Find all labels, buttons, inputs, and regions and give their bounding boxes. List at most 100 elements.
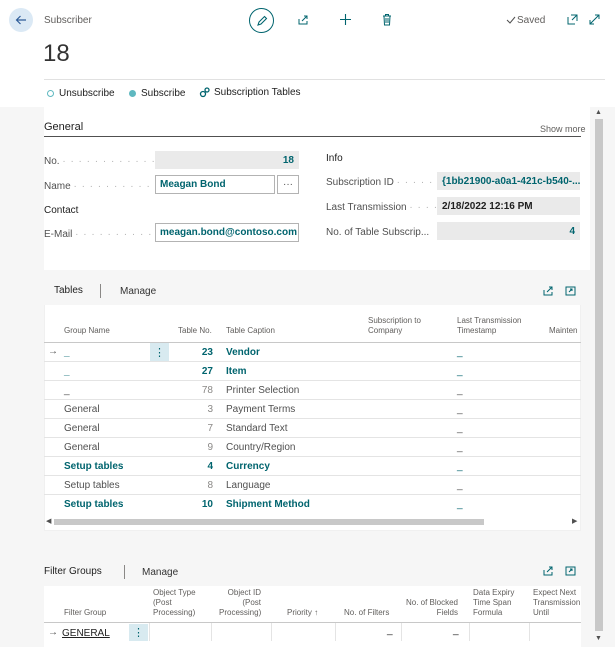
table-caption-cell[interactable]: Printer Selection: [226, 385, 299, 396]
timestamp-cell[interactable]: _: [457, 366, 463, 377]
share-icon[interactable]: [543, 566, 554, 576]
expand-part-icon[interactable]: [565, 566, 576, 576]
page-vscroll[interactable]: ▲ ▼: [593, 107, 605, 647]
share-icon[interactable]: [543, 286, 554, 296]
tables-tab[interactable]: Tables: [54, 285, 83, 296]
timestamp-cell[interactable]: _: [457, 480, 463, 491]
table-row[interactable]: Setup tables 4 Currency _: [44, 457, 581, 476]
filter-groups-manage-button[interactable]: Manage: [142, 567, 178, 578]
timestamp-cell[interactable]: _: [457, 385, 463, 396]
table-caption-cell[interactable]: Shipment Method: [226, 499, 310, 510]
col-blocked-fields[interactable]: No. of Blocked Fields: [402, 598, 458, 618]
scroll-right-arrow[interactable]: ▶: [572, 517, 577, 525]
col-expiry[interactable]: Data Expiry Time Span Formula: [473, 588, 514, 618]
expand-icon[interactable]: [589, 14, 600, 25]
scroll-left-arrow[interactable]: ◀: [46, 517, 51, 525]
table-caption-cell[interactable]: Currency: [226, 461, 270, 472]
group-name-cell[interactable]: _: [64, 347, 70, 358]
timestamp-cell[interactable]: _: [457, 347, 463, 358]
table-no-cell[interactable]: 78: [178, 385, 213, 396]
table-row[interactable]: General 9 Country/Region _: [44, 438, 581, 457]
table-no-cell[interactable]: 7: [178, 423, 213, 434]
group-name-cell[interactable]: _: [64, 385, 70, 396]
filter-groups-tab[interactable]: Filter Groups: [44, 566, 102, 577]
col-priority[interactable]: Priority ↑: [287, 608, 318, 618]
table-subscriptions-label: No. of Table Subscrip...: [326, 227, 430, 238]
subscription-tables-action[interactable]: Subscription Tables: [199, 87, 301, 98]
table-row[interactable]: _ 27 Item _: [44, 362, 581, 381]
table-row[interactable]: _ 23 Vendor _: [44, 343, 581, 362]
last-transmission-value[interactable]: 2/18/2022 12:16 PM: [437, 197, 580, 215]
table-caption-cell[interactable]: Language: [226, 480, 271, 491]
back-button[interactable]: [9, 8, 33, 32]
table-caption-cell[interactable]: Payment Terms: [226, 404, 295, 415]
group-name-cell[interactable]: General: [64, 442, 100, 453]
group-name-cell[interactable]: Setup tables: [64, 480, 120, 491]
page-vscroll-thumb[interactable]: [595, 119, 603, 631]
col-object-type[interactable]: Object Type (Post Processing): [153, 588, 196, 618]
filter-group-cell[interactable]: GENERAL: [62, 628, 110, 639]
col-group-name[interactable]: Group Name: [64, 326, 110, 336]
tables-hscroll-thumb[interactable]: [54, 519, 484, 525]
col-table-no[interactable]: Table No.: [178, 326, 212, 336]
no-field-value[interactable]: 18: [155, 151, 299, 169]
table-no-cell[interactable]: 4: [178, 461, 213, 472]
edit-button[interactable]: [249, 8, 274, 33]
email-field[interactable]: meagan.bond@contoso.com: [155, 223, 299, 242]
col-last-transmission[interactable]: Last Transmission Timestamp: [457, 316, 521, 336]
table-no-cell[interactable]: 8: [178, 480, 213, 491]
tables-manage-button[interactable]: Manage: [120, 286, 156, 297]
group-name-cell[interactable]: Setup tables: [64, 461, 123, 472]
timestamp-cell[interactable]: _: [457, 423, 463, 434]
blocked-fields-cell[interactable]: _: [453, 625, 459, 636]
general-section-title[interactable]: General: [44, 121, 83, 133]
timestamp-cell[interactable]: _: [457, 404, 463, 415]
open-new-window-icon[interactable]: [567, 14, 578, 25]
timestamp-cell[interactable]: _: [457, 499, 463, 510]
table-caption-cell[interactable]: Standard Text: [226, 423, 288, 434]
table-no-cell[interactable]: 23: [178, 347, 213, 358]
table-row[interactable]: Setup tables 10 Shipment Method _: [44, 495, 581, 513]
subscribe-action[interactable]: Subscribe: [129, 88, 185, 99]
table-no-cell[interactable]: 9: [178, 442, 213, 453]
table-row[interactable]: Setup tables 8 Language _: [44, 476, 581, 495]
table-subscriptions-value[interactable]: 4: [437, 222, 580, 240]
table-caption-cell[interactable]: Country/Region: [226, 442, 295, 453]
no-filters-cell[interactable]: _: [387, 625, 393, 636]
table-row[interactable]: General 3 Payment Terms _: [44, 400, 581, 419]
filter-row-actions-button[interactable]: ⋮: [129, 624, 148, 641]
timestamp-cell[interactable]: _: [457, 461, 463, 472]
table-row[interactable]: _ 78 Printer Selection _: [44, 381, 581, 400]
share-icon[interactable]: [297, 14, 309, 26]
row-actions-button[interactable]: ⋮: [150, 343, 169, 361]
table-no-cell[interactable]: 3: [178, 404, 213, 415]
timestamp-cell[interactable]: _: [457, 442, 463, 453]
show-more-link[interactable]: Show more: [540, 124, 586, 134]
scroll-up-arrow[interactable]: ▲: [595, 109, 602, 116]
group-name-cell[interactable]: _: [64, 366, 70, 377]
col-expect-next[interactable]: Expect Next Transmission Until: [533, 588, 581, 618]
add-icon[interactable]: [339, 13, 352, 26]
col-sub-company[interactable]: Subscription to Company: [368, 316, 421, 336]
name-lookup-button[interactable]: ···: [277, 175, 299, 194]
col-filter-group[interactable]: Filter Group: [64, 608, 106, 618]
table-caption-cell[interactable]: Item: [226, 366, 247, 377]
group-name-cell[interactable]: General: [64, 404, 100, 415]
col-object-id[interactable]: Object ID (Post Processing): [219, 588, 261, 618]
group-name-cell[interactable]: Setup tables: [64, 499, 123, 510]
group-name-cell[interactable]: General: [64, 423, 100, 434]
name-field[interactable]: Meagan Bond: [155, 175, 275, 194]
expand-part-icon[interactable]: [565, 286, 576, 296]
delete-icon[interactable]: [382, 13, 392, 26]
table-no-cell[interactable]: 10: [178, 499, 213, 510]
table-caption-cell[interactable]: Vendor: [226, 347, 260, 358]
col-maintenance[interactable]: Mainten: [549, 326, 581, 336]
scroll-down-arrow[interactable]: ▼: [595, 635, 602, 642]
table-row[interactable]: General 7 Standard Text _: [44, 419, 581, 438]
table-no-cell[interactable]: 27: [178, 366, 213, 377]
col-no-filters[interactable]: No. of Filters: [344, 608, 389, 618]
subscription-id-value[interactable]: {1bb21900-a0a1-421c-b540-...: [437, 172, 580, 190]
unsubscribe-action[interactable]: Unsubscribe: [47, 88, 115, 99]
tables-hscroll[interactable]: ◀ ▶: [44, 517, 581, 527]
col-table-caption[interactable]: Table Caption: [226, 326, 275, 336]
